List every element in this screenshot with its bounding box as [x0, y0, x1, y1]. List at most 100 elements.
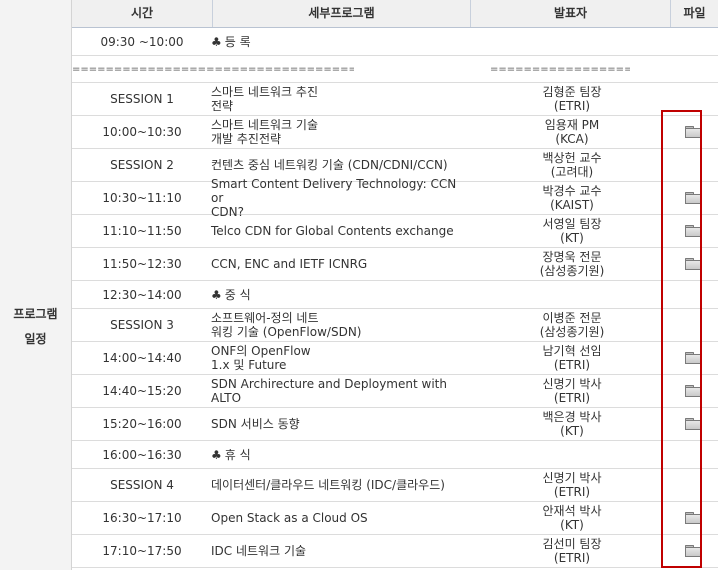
session-time: SESSION 2	[110, 158, 174, 172]
break-label: 등 록	[224, 34, 251, 49]
header-file: 파일	[670, 0, 718, 27]
file-cell	[668, 469, 718, 501]
session-time: 11:50~12:30	[102, 257, 182, 271]
speaker: 안재석 박사 (KT)	[542, 504, 602, 532]
program-title: ♣ 중 식	[211, 281, 472, 308]
file-cell	[668, 182, 718, 214]
file-cell	[668, 375, 718, 407]
file-cell	[668, 281, 718, 308]
program-title: SDN Archirecture and Deployment with ALT…	[211, 377, 447, 405]
header-speaker: 발표자	[470, 0, 670, 27]
program-title: ♣ 휴 식	[211, 441, 472, 468]
speaker	[472, 441, 672, 468]
program-title: Open Stack as a Cloud OS	[211, 511, 368, 525]
table-row: 15:20~16:00 SDN 서비스 동향 백은경 박사 (KT)	[72, 408, 718, 441]
break-label: 휴 식	[224, 447, 251, 462]
table-row: 16:30~17:10 Open Stack as a Cloud OS 안재석 박…	[72, 502, 718, 535]
file-cell	[668, 215, 718, 247]
header-program: 세부프로그램	[212, 0, 470, 27]
folder-icon[interactable]	[685, 225, 701, 237]
file-cell	[668, 342, 718, 374]
session-time: 15:20~16:00	[102, 417, 182, 431]
speaker: 백상헌 교수 (고려대)	[542, 151, 602, 179]
table-row: 14:00~14:40 ONF의 OpenFlow 1.x 및 Future 남기혁…	[72, 342, 718, 375]
session-time: SESSION 3	[110, 318, 174, 332]
session-time: 16:30~17:10	[102, 511, 182, 525]
club-icon: ♣	[211, 447, 222, 462]
program-title: SDN 서비스 동향	[211, 417, 300, 431]
speaker: 신명기 박사 (ETRI)	[542, 377, 602, 405]
session-time: SESSION 1	[110, 92, 174, 106]
program-title: 스마트 네트워크 추진 전략	[211, 85, 318, 113]
file-cell	[668, 441, 718, 468]
file-cell	[668, 28, 718, 55]
program-schedule: 프로그램 일정 시간 세부프로그램 발표자 파일 09:30 ~10:00 ♣ 등 …	[0, 0, 718, 570]
program-title: 데이터센터/클라우드 네트워킹 (IDC/클라우드)	[211, 478, 445, 492]
table-row: 11:50~12:30 CCN, ENC and IETF ICNRG 장명욱 전문…	[72, 248, 718, 281]
table-row: SESSION 3 소프트웨어-정의 네트 워킹 기술 (OpenFlow/SDN…	[72, 309, 718, 342]
table-row: 16:00~16:30 ♣ 휴 식	[72, 441, 718, 469]
file-cell	[668, 248, 718, 280]
folder-icon[interactable]	[685, 126, 701, 138]
side-label-line1: 프로그램	[13, 307, 58, 321]
header-time: 시간	[130, 6, 154, 20]
speaker: 서영일 팀장 (KT)	[542, 217, 602, 245]
session-time: 10:30~11:10	[102, 191, 182, 205]
table-row: 10:00~10:30 스마트 네트워크 기술 개발 추진전략 임용재 PM (KC…	[72, 116, 718, 149]
table-row: 17:10~17:50 IDC 네트워크 기술 김선미 팀장 (ETRI)	[72, 535, 718, 568]
speaker: 박경수 교수 (KAIST)	[542, 184, 602, 212]
speaker	[472, 28, 672, 55]
speaker: 김선미 팀장 (ETRI)	[542, 537, 602, 565]
program-title: 스마트 네트워크 기술 개발 추진전략	[211, 118, 318, 146]
file-cell	[668, 502, 718, 534]
speaker: 백은경 박사 (KT)	[542, 410, 602, 438]
club-icon: ♣	[211, 34, 222, 49]
speaker: 김형준 팀장 (ETRI)	[542, 85, 602, 113]
session-time: 10:00~10:30	[102, 125, 182, 139]
folder-icon[interactable]	[685, 512, 701, 524]
file-cell	[668, 309, 718, 341]
break-label: 중 식	[224, 287, 251, 302]
folder-icon[interactable]	[685, 385, 701, 397]
side-label-line2: 일정	[24, 332, 47, 346]
session-time: 14:00~14:40	[102, 351, 182, 365]
separator-right: =========================	[490, 63, 630, 75]
program-title: ONF의 OpenFlow 1.x 및 Future	[211, 344, 311, 372]
table-row: 14:40~15:20 SDN Archirecture and Deployme…	[72, 375, 718, 408]
program-title: 소프트웨어-정의 네트 워킹 기술 (OpenFlow/SDN)	[211, 311, 362, 339]
folder-icon[interactable]	[685, 545, 701, 557]
side-column: 프로그램 일정	[0, 0, 72, 570]
program-title: Smart Content Delivery Technology: CCN o…	[211, 177, 457, 219]
table-row: SESSION 4 데이터센터/클라우드 네트워킹 (IDC/클라우드) 신명기 박…	[72, 469, 718, 502]
session-time: SESSION 4	[110, 478, 174, 492]
table-row: 11:10~11:50 Telco CDN for Global Contents…	[72, 215, 718, 248]
folder-icon[interactable]	[685, 258, 701, 270]
session-time: 14:40~15:20	[102, 384, 182, 398]
file-cell	[668, 149, 718, 181]
file-cell	[668, 116, 718, 148]
session-time: 16:00~16:30	[102, 447, 182, 462]
separator-row: ================================== ======…	[72, 56, 718, 83]
speaker: 장명욱 전문 (삼성종기원)	[539, 250, 605, 278]
program-title: CCN, ENC and IETF ICNRG	[211, 257, 368, 271]
file-cell	[668, 83, 718, 115]
folder-icon[interactable]	[685, 352, 701, 364]
club-icon: ♣	[211, 287, 222, 302]
folder-icon[interactable]	[685, 418, 701, 430]
table-header: 시간 세부프로그램 발표자 파일	[72, 0, 718, 28]
speaker	[472, 281, 672, 308]
file-cell	[668, 535, 718, 567]
session-time: 11:10~11:50	[102, 224, 182, 238]
speaker: 이병준 전문 (삼성종기원)	[539, 311, 605, 339]
session-time: 09:30 ~10:00	[100, 34, 184, 49]
speaker: 임용재 PM (KCA)	[544, 118, 600, 146]
separator-left: ========================================…	[72, 63, 354, 75]
speaker: 신명기 박사 (ETRI)	[542, 471, 602, 499]
program-title: Telco CDN for Global Contents exchange	[211, 224, 454, 238]
session-time: 12:30~14:00	[102, 287, 182, 302]
folder-icon[interactable]	[685, 192, 701, 204]
table-row: SESSION 1 스마트 네트워크 추진 전략 김형준 팀장 (ETRI)	[72, 83, 718, 116]
program-title: ♣ 등 록	[211, 28, 472, 55]
table-row: 10:30~11:10 Smart Content Delivery Techno…	[72, 177, 718, 219]
table-row: 09:30 ~10:00 ♣ 등 록	[72, 28, 718, 56]
